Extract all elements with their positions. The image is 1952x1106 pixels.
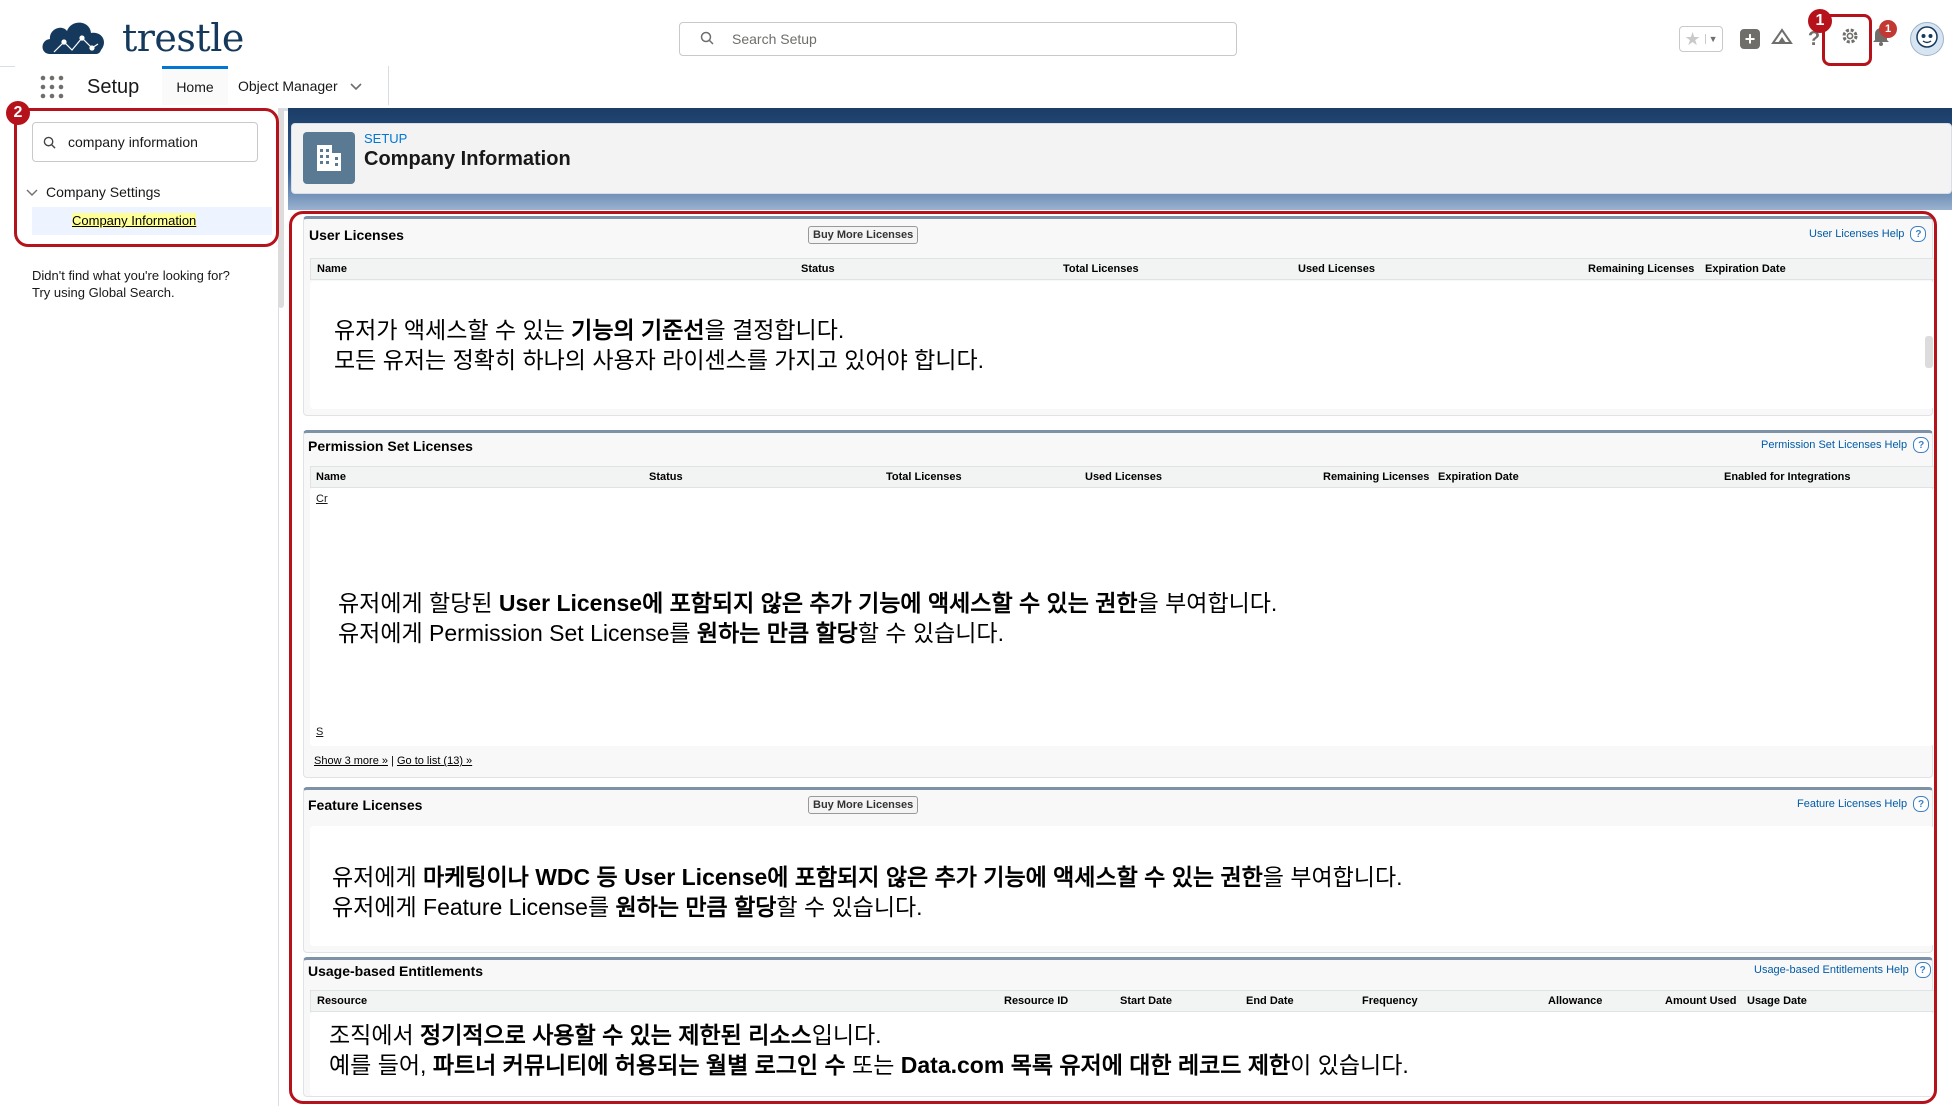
not-found-line-2: Try using Global Search. (32, 285, 175, 300)
trailhead-button[interactable] (1770, 26, 1794, 52)
global-search-input[interactable] (730, 30, 1214, 48)
not-found-line-1: Didn't find what you're looking for? (32, 268, 230, 283)
avatar[interactable] (1910, 22, 1944, 56)
chevron-down-icon: ▼ (1704, 34, 1718, 44)
content-highlight-box (289, 211, 1937, 1104)
tab-object-manager[interactable]: Object Manager (238, 66, 389, 105)
page-eyebrow: SETUP (364, 131, 408, 146)
tab-object-manager-label: Object Manager (238, 77, 338, 94)
app-name: Setup (87, 76, 140, 98)
step-marker-2: 2 (6, 101, 30, 125)
building-icon (303, 132, 355, 184)
app-launcher-icon[interactable] (40, 75, 64, 104)
page-header: SETUP Company Information (291, 123, 1952, 194)
cloud-logo-icon (40, 14, 110, 63)
favorite-star-icon: ★ (1684, 28, 1701, 49)
tab-home[interactable]: Home (162, 66, 228, 105)
avatar-icon (1914, 24, 1940, 55)
search-icon (700, 31, 718, 48)
notification-count-badge: 1 (1879, 20, 1897, 38)
global-actions-button[interactable]: + (1738, 26, 1762, 52)
setup-nav-bar: Setup Home Object Manager (15, 66, 1952, 111)
global-search-box[interactable] (679, 22, 1237, 56)
company-logo[interactable]: trestle (40, 14, 244, 62)
chevron-down-icon[interactable] (350, 78, 362, 94)
page-title: Company Information (364, 148, 571, 170)
sidebar-highlight-box (14, 108, 279, 247)
not-found-help: Didn't find what you're looking for? Try… (32, 267, 230, 301)
step-marker-1: 1 (1808, 9, 1832, 33)
favorites-button[interactable]: ★ ▼ (1679, 26, 1723, 52)
trailhead-icon (1771, 27, 1793, 51)
setup-tree-sidebar (15, 108, 279, 1106)
tab-home-label: Home (176, 79, 214, 95)
add-icon: + (1740, 29, 1760, 49)
logo-wordmark: trestle (122, 16, 244, 60)
